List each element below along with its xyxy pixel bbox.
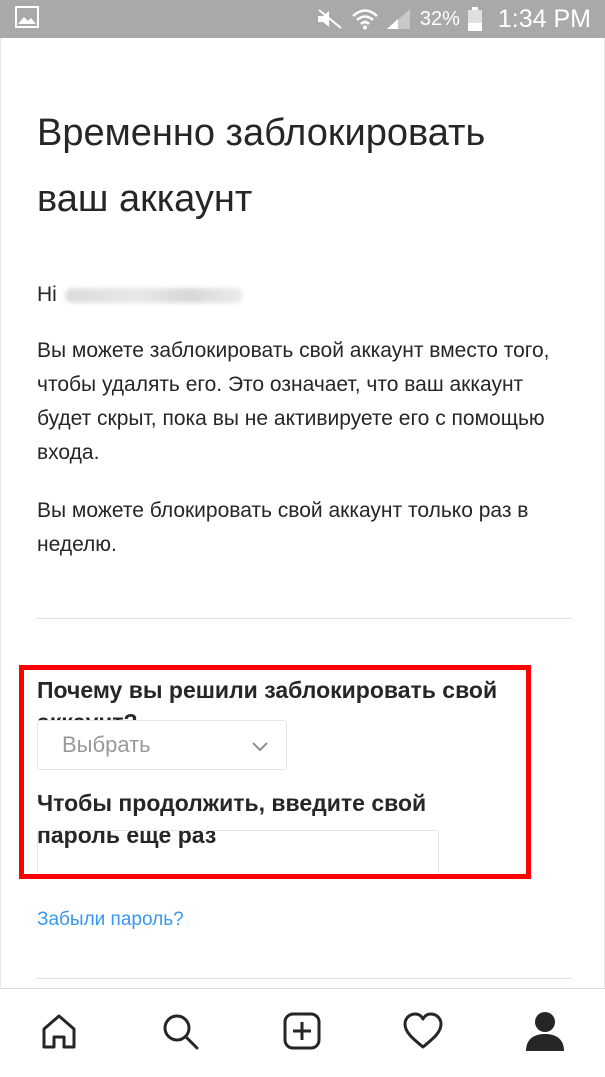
password-input[interactable] [37, 830, 439, 876]
status-bar: 32% 1:34 PM [0, 0, 605, 38]
nav-add-post[interactable] [280, 1009, 324, 1053]
divider [37, 978, 572, 979]
weekly-limit-note: Вы можете блокировать свой аккаунт тольк… [37, 499, 529, 556]
nav-profile[interactable] [523, 1009, 567, 1053]
search-icon [163, 1014, 199, 1050]
home-icon [42, 1014, 76, 1049]
nav-home[interactable] [37, 1009, 81, 1053]
battery-percentage: 32% [419, 7, 460, 30]
nav-activity[interactable] [401, 1009, 445, 1053]
blurred-username [64, 287, 243, 303]
forgot-password-link[interactable]: Забыли пароль? [37, 909, 184, 931]
wifi-icon [352, 9, 378, 30]
deactivate-account-page: Временно заблокировать ваш аккаунт Hi Вы… [0, 38, 605, 988]
gallery-icon [15, 6, 39, 28]
page-title: Временно заблокировать ваш аккаунт [37, 112, 486, 220]
reason-select[interactable]: Выбрать [37, 720, 287, 770]
greeting-text: Hi [37, 283, 57, 306]
signal-icon [386, 9, 410, 29]
description-paragraph: Вы можете заблокировать свой аккаунт вме… [37, 339, 550, 464]
clock: 1:34 PM [497, 4, 591, 33]
add-post-icon [283, 1012, 321, 1050]
battery-icon [467, 7, 482, 31]
reason-select-value: Выбрать [62, 732, 151, 757]
greeting: Hi [37, 282, 243, 308]
chevron-down-icon [252, 742, 268, 752]
nav-search[interactable] [158, 1009, 202, 1053]
bottom-navigation [0, 988, 605, 1077]
profile-icon [526, 1012, 564, 1051]
activity-heart-icon [403, 1012, 443, 1049]
mute-icon [317, 9, 342, 29]
divider [37, 618, 572, 619]
